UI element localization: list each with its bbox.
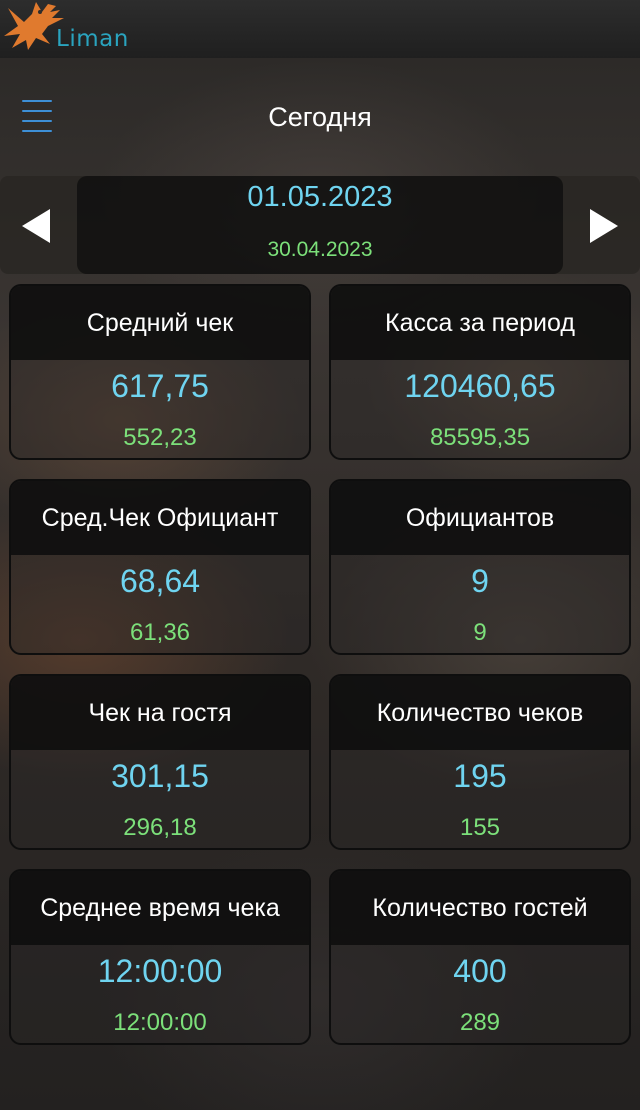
card-check-per-guest[interactable]: Чек на гостя 301,15 296,18 bbox=[9, 674, 311, 850]
card-previous-value: 9 bbox=[473, 619, 487, 646]
card-title: Средний чек bbox=[11, 286, 309, 360]
card-value: 301,15 bbox=[111, 758, 209, 794]
card-value: 195 bbox=[453, 758, 507, 794]
card-guests-count[interactable]: Количество гостей 400 289 bbox=[329, 869, 631, 1045]
top-logo-bar: Liman bbox=[0, 0, 640, 58]
card-waiters-count[interactable]: Официантов 9 9 bbox=[329, 479, 631, 655]
date-display[interactable]: 01.05.2023 30.04.2023 bbox=[77, 176, 563, 274]
card-average-check-time[interactable]: Среднее время чека 12:00:00 12:00:00 bbox=[9, 869, 311, 1045]
card-title: Чек на гостя bbox=[11, 676, 309, 750]
card-previous-value: 552,23 bbox=[123, 424, 197, 451]
page-title: Сегодня bbox=[268, 102, 372, 132]
card-cash-for-period[interactable]: Касса за период 120460,65 85595,35 bbox=[329, 284, 631, 460]
card-value: 12:00:00 bbox=[97, 953, 223, 989]
card-previous-value: 85595,35 bbox=[429, 424, 531, 451]
card-value: 617,75 bbox=[111, 368, 209, 404]
current-date: 01.05.2023 bbox=[247, 181, 393, 213]
date-navigation-bar: 01.05.2023 30.04.2023 bbox=[0, 176, 640, 274]
card-title: Среднее время чека bbox=[11, 871, 309, 945]
arrow-right-icon[interactable] bbox=[590, 209, 618, 243]
card-previous-value: 12:00:00 bbox=[113, 1009, 207, 1036]
header: Сегодня bbox=[0, 58, 640, 176]
card-title: Количество чеков bbox=[331, 676, 629, 750]
card-previous-value: 289 bbox=[459, 1009, 501, 1036]
previous-date: 30.04.2023 bbox=[267, 238, 373, 261]
card-value: 120460,65 bbox=[404, 368, 556, 404]
card-title: Официантов bbox=[331, 481, 629, 555]
card-previous-value: 155 bbox=[459, 814, 501, 841]
card-previous-value: 61,36 bbox=[129, 619, 191, 646]
logo-text: Liman bbox=[56, 26, 129, 52]
card-title: Количество гостей bbox=[331, 871, 629, 945]
card-title: Сред.Чек Официант bbox=[11, 481, 309, 555]
card-average-check-waiter[interactable]: Сред.Чек Официант 68,64 61,36 bbox=[9, 479, 311, 655]
card-average-check[interactable]: Средний чек 617,75 552,23 bbox=[9, 284, 311, 460]
card-value: 400 bbox=[453, 953, 507, 989]
card-value: 9 bbox=[471, 563, 489, 599]
card-value: 68,64 bbox=[119, 563, 201, 599]
card-title: Касса за период bbox=[331, 286, 629, 360]
card-previous-value: 296,18 bbox=[123, 814, 197, 841]
arrow-left-icon[interactable] bbox=[22, 209, 50, 243]
card-checks-count[interactable]: Количество чеков 195 155 bbox=[329, 674, 631, 850]
